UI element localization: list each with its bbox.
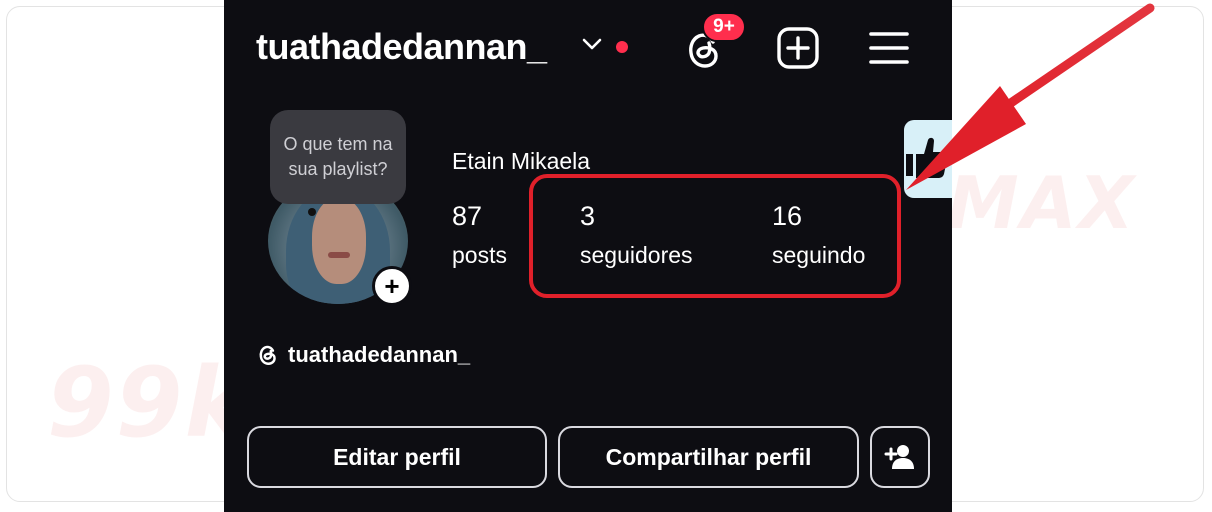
- add-post-icon[interactable]: [776, 26, 820, 70]
- discover-people-button[interactable]: [870, 426, 930, 488]
- annotation-highlight-box: [529, 174, 901, 298]
- profile-screen: tuathadedannan_ 9+ + O que tem na sua pl…: [224, 0, 952, 512]
- profile-full-name: Etain Mikaela: [452, 148, 591, 174]
- threads-profile-link[interactable]: tuathadedannan_: [256, 342, 470, 368]
- chevron-down-icon[interactable]: [580, 30, 604, 58]
- add-user-icon: [884, 445, 914, 469]
- note-bubble[interactable]: O que tem na sua playlist?: [270, 110, 406, 204]
- posts-count[interactable]: 87 posts: [452, 201, 507, 269]
- edit-profile-button[interactable]: Editar perfil: [247, 426, 547, 488]
- annotation-arrow: [906, 3, 1155, 190]
- posts-value: 87: [452, 201, 483, 231]
- share-profile-button[interactable]: Compartilhar perfil: [558, 426, 859, 488]
- profile-username[interactable]: tuathadedannan_: [256, 26, 547, 68]
- threads-icon: [259, 345, 276, 365]
- posts-label: posts: [452, 242, 507, 268]
- plus-icon[interactable]: +: [372, 266, 412, 306]
- threads-handle: tuathadedannan_: [288, 342, 471, 367]
- notification-badge: 9+: [702, 12, 746, 42]
- notification-dot: [616, 41, 628, 53]
